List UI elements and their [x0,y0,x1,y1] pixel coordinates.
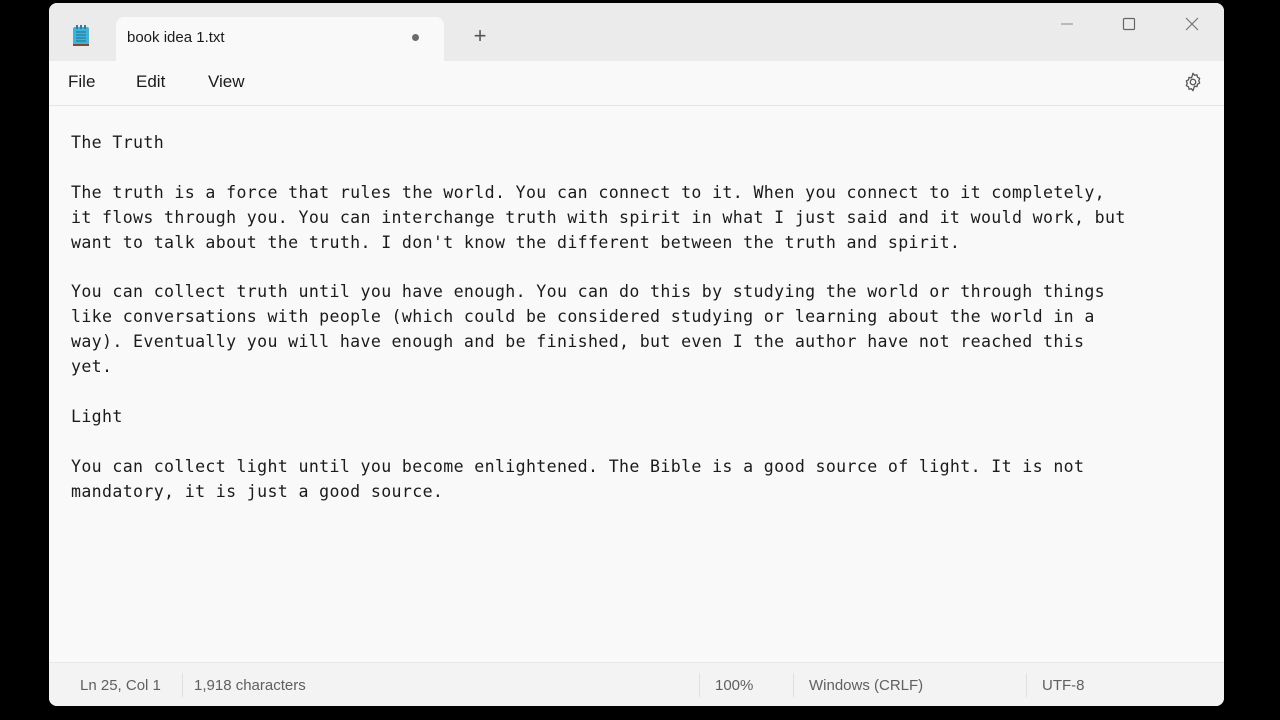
menu-bar: File Edit View [49,61,1224,106]
gear-icon [1185,72,1201,92]
line-ending[interactable]: Windows (CRLF) [809,677,923,694]
tab-book-idea[interactable]: book idea 1.txt [116,17,444,61]
notepad-app-icon [71,24,91,48]
unsaved-dot-icon[interactable] [412,34,419,41]
settings-button[interactable] [1182,71,1204,93]
menu-file[interactable]: File [68,72,95,92]
document-text[interactable]: The Truth The truth is a force that rule… [71,131,1126,505]
title-bar: book idea 1.txt + [49,3,1224,61]
status-divider [1026,673,1027,697]
minimize-icon [1061,23,1073,25]
close-icon [1185,17,1199,31]
close-button[interactable] [1169,7,1215,41]
status-bar: Ln 25, Col 1 1,918 characters 100% Windo… [49,662,1224,706]
status-divider [182,673,183,697]
new-tab-button[interactable]: + [467,23,493,49]
maximize-icon [1122,17,1136,31]
menu-view[interactable]: View [208,72,245,92]
cursor-position[interactable]: Ln 25, Col 1 [80,677,161,694]
status-divider [793,673,794,697]
maximize-button[interactable] [1106,7,1152,41]
notepad-window: book idea 1.txt + File Edit View The Tru… [49,3,1224,706]
minimize-button[interactable] [1044,7,1090,41]
encoding[interactable]: UTF-8 [1042,677,1085,694]
menu-edit[interactable]: Edit [136,72,165,92]
character-count: 1,918 characters [194,677,306,694]
text-editor[interactable]: The Truth The truth is a force that rule… [49,106,1224,662]
zoom-level[interactable]: 100% [715,677,753,694]
tab-title: book idea 1.txt [127,29,225,46]
status-divider [699,673,700,697]
